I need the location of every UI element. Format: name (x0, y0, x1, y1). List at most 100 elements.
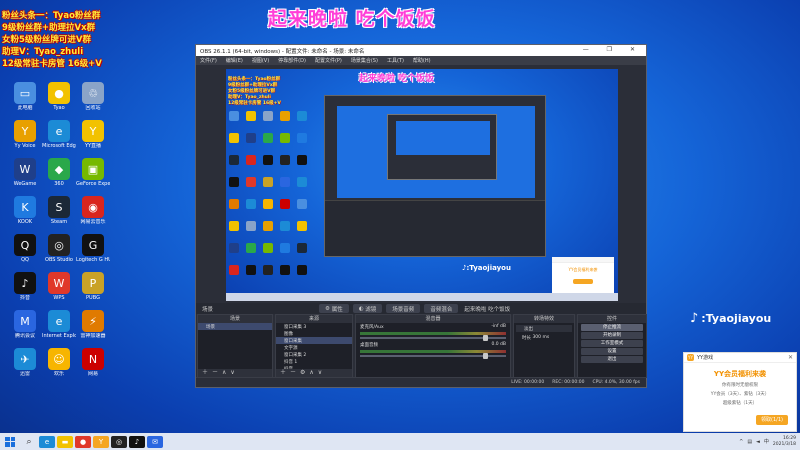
menu-edit[interactable]: 编辑(E) (226, 57, 243, 64)
desktop-icon[interactable]: ▭ 此电脑 (8, 82, 42, 111)
app-icon: e (48, 120, 70, 142)
clock[interactable]: 16:29 2021/3/18 (773, 436, 796, 448)
tab-properties[interactable]: ⚙ 属性 (319, 304, 349, 313)
duration-row[interactable]: 时长 300 ms (514, 334, 574, 341)
window-controls[interactable]: — ❐ ✕ (583, 46, 643, 53)
desktop-icon[interactable]: M 腾讯会议 (8, 310, 42, 339)
transition-select[interactable]: 淡出 (516, 325, 572, 332)
desktop-icon[interactable]: ◉ 网易云音乐 (76, 196, 110, 225)
menu-tools[interactable]: 工具(T) (387, 57, 404, 64)
volume-slider[interactable] (360, 353, 506, 359)
desktop-icon-label: WPS (53, 295, 65, 301)
desktop-icon-label: GeForce Experience (76, 181, 110, 187)
preview-app-icon (297, 265, 307, 275)
edge-taskbar-icon[interactable]: e (39, 435, 55, 448)
ime-indicator[interactable]: 中 (764, 438, 769, 445)
desktop-icon[interactable]: K KOOK (8, 196, 42, 225)
desktop-icon[interactable]: GLogitech G HUB (76, 234, 110, 263)
desktop-icon[interactable]: Y YY直播 (76, 120, 110, 149)
tab-filters[interactable]: ◐ 滤镜 (352, 304, 383, 313)
yy-claim-button[interactable]: 领取(1/1) (756, 415, 788, 425)
tiktok-taskbar-icon[interactable]: ♪ (129, 435, 145, 448)
obs-taskbar-icon[interactable]: ◎ (111, 435, 127, 448)
desktop-icon[interactable]: ✈ 迅雷 (8, 348, 42, 377)
exit-button[interactable]: 退出 (581, 356, 643, 363)
volume-icon[interactable]: ◄ (756, 439, 760, 445)
settings-button[interactable]: 设置 (581, 348, 643, 355)
folder-taskbar-icon[interactable]: ▬ (57, 435, 73, 448)
menu-docks[interactable]: 停靠部件(D) (278, 57, 306, 64)
stop-streaming-button[interactable]: 停止推流 (581, 324, 643, 331)
scenes-toolbar[interactable]: ＋－∧∨ (198, 369, 272, 377)
yy-app-name: YY游戏 (697, 355, 714, 361)
mixer-channel-db: -inf dB (491, 324, 506, 329)
obs-title: OBS 26.1.1 (64-bit, windows) - 配置文件: 未命名… (200, 48, 365, 55)
preview-taskbar (226, 293, 618, 301)
desktop-icon[interactable]: Y Yy Voice (8, 120, 42, 149)
source-item[interactable]: 窗口采集 3 (276, 323, 352, 330)
desktop-icon[interactable]: ♲ 回收站 (76, 82, 110, 111)
sources-toolbar[interactable]: ＋－⚙∧∨ (276, 369, 352, 377)
desktop-icon[interactable]: W WPS (42, 272, 76, 301)
menu-file[interactable]: 文件(F) (200, 57, 217, 64)
app-icon: ◎ (48, 234, 70, 256)
desktop-icon[interactable]: ● Tyao (42, 82, 76, 111)
preview-app-icon (280, 221, 290, 231)
obs-window[interactable]: OBS 26.1.1 (64-bit, windows) - 配置文件: 未命名… (195, 44, 647, 388)
search-icon[interactable]: ⌕ (20, 437, 38, 447)
duration-label: 时长 (522, 335, 531, 341)
source-item[interactable]: 抖音 1 (276, 358, 352, 365)
preview-app-icon (263, 177, 273, 187)
desktop-icon[interactable]: S Steam (42, 196, 76, 225)
app-taskbar-icon[interactable]: ● (75, 435, 91, 448)
network-icon[interactable]: ▤ (747, 439, 752, 445)
yy-taskbar-icon[interactable]: Y (93, 435, 109, 448)
preview-promo: 粉丝头条一：Tyao粉丝群 9级粉丝群+助理拉Vx群 女粉5级粉丝牌可进V群 助… (228, 77, 281, 107)
desktop-icon[interactable]: ▣GeForce Experience (76, 158, 110, 187)
preview-app-icon (229, 265, 239, 275)
menu-help[interactable]: 帮助(H) (413, 57, 431, 64)
obs-preview-canvas[interactable]: 起来晚啦 吃个饭饭 粉丝头条一：Tyao粉丝群 9级粉丝群+助理拉Vx群 女粉5… (226, 69, 618, 301)
desktop-icon[interactable]: e Microsoft Edge (42, 120, 76, 149)
studio-mode-button[interactable]: 工作室模式 (581, 340, 643, 347)
preview-brand-text: :Tyaojiayou (466, 264, 511, 272)
menu-scene-collection[interactable]: 场景集合(S) (351, 57, 378, 64)
source-item[interactable]: 窗口采集 2 (276, 351, 352, 358)
desktop-icon-label: 腾讯会议 (14, 333, 35, 339)
scene-item[interactable]: 场景 (198, 323, 272, 330)
desktop-icon[interactable]: ◎ OBS Studio (42, 234, 76, 263)
yy-notification-popup[interactable]: YY YY游戏 ✕ YY会员福利来袭 你有限时无偿权限 YY会员（3天）、紫钻（… (683, 352, 797, 432)
desktop-icon-label: Microsoft Edge (42, 143, 76, 149)
start-button[interactable] (0, 433, 20, 450)
desktop-icon[interactable]: W WeGame (8, 158, 42, 187)
desktop-icon[interactable]: ☺ 欢乐 (42, 348, 76, 377)
menu-profile[interactable]: 配置文件(P) (315, 57, 342, 64)
scenes-header: 场景 (198, 315, 272, 323)
chat-taskbar-icon[interactable]: ✉ (147, 435, 163, 448)
preview-app-icon (229, 133, 239, 143)
desktop-icon[interactable]: ◆ 360 (42, 158, 76, 187)
yy-popup-line: 超级紫钻（1天） (722, 401, 758, 406)
desktop-icon[interactable]: eInternet Explorer (42, 310, 76, 339)
source-item[interactable]: 图像 (276, 330, 352, 337)
tab-audio-mix[interactable]: 音频混合 (424, 304, 459, 313)
source-item[interactable]: 文字源 (276, 344, 352, 351)
desktop-icon[interactable]: ⚡ 雷神加速器 (76, 310, 110, 339)
menu-view[interactable]: 视图(V) (252, 57, 269, 64)
app-icon: K (14, 196, 36, 218)
volume-slider[interactable] (360, 335, 506, 341)
desktop-icon[interactable]: Q QQ (8, 234, 42, 263)
preview-app-icon (229, 155, 239, 165)
desktop-icon[interactable]: N 网易 (76, 348, 110, 377)
chevron-up-icon[interactable]: ^ (739, 439, 743, 445)
tab-scene-audio[interactable]: 场景音频 (386, 304, 421, 313)
clock-date: 2021/3/18 (772, 441, 796, 447)
app-icon: Y (82, 120, 104, 142)
desktop-icon[interactable]: ♪ 抖音 (8, 272, 42, 301)
obs-titlebar[interactable]: OBS 26.1.1 (64-bit, windows) - 配置文件: 未命名… (196, 45, 646, 56)
source-item[interactable]: 窗口采集 (276, 337, 352, 344)
app-icon: ⚡ (82, 310, 104, 332)
close-icon[interactable]: ✕ (788, 354, 793, 361)
desktop-icon[interactable]: P PUBG (76, 272, 110, 301)
start-recording-button[interactable]: 开始录制 (581, 332, 643, 339)
